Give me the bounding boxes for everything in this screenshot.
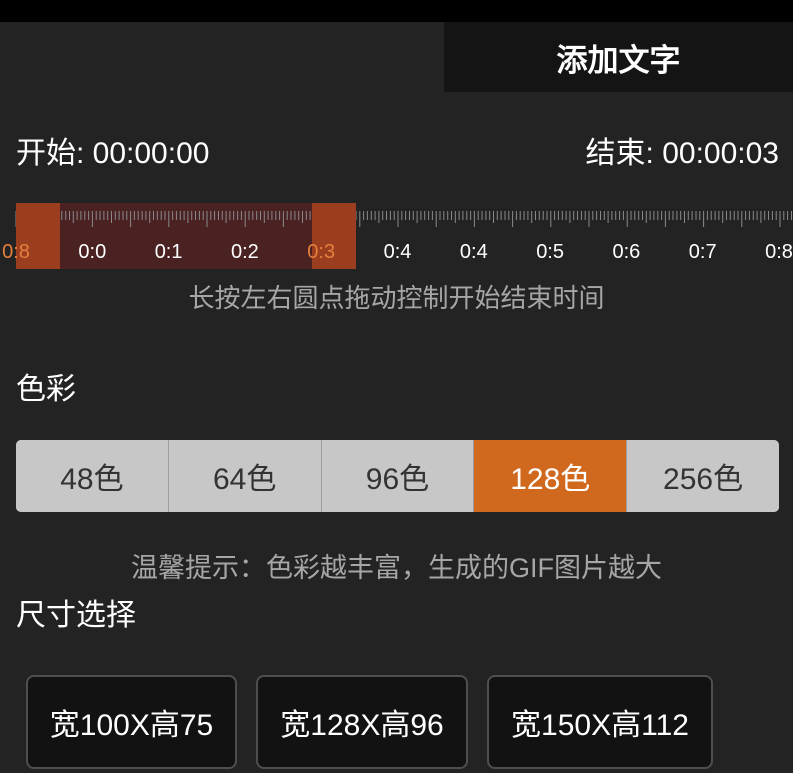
color-section-label: 色彩 bbox=[16, 373, 76, 406]
status-bar bbox=[0, 0, 793, 22]
timeline-ticks bbox=[15, 211, 792, 227]
timeline-tick-label: 0:2 bbox=[230, 241, 259, 263]
timeline-tick-label: 0:7 bbox=[688, 241, 717, 263]
color-segmented-control: 48色 64色 96色 128色 256色 bbox=[16, 440, 779, 512]
timeline-tick-label: 0:8 bbox=[2, 241, 30, 263]
timeline-tick-label: 0:6 bbox=[612, 241, 641, 263]
timeline-tick-label: 0:4 bbox=[459, 241, 488, 263]
add-text-button[interactable]: 添加文字 bbox=[444, 22, 793, 92]
timeline-tick-label: 0:8 bbox=[765, 241, 793, 263]
end-time: 结束: 00:00:03 bbox=[585, 137, 779, 170]
timeline-tick-label: 0:0 bbox=[78, 241, 107, 263]
size-option-150x112[interactable]: 宽150X高112 bbox=[487, 675, 713, 769]
color-option-256[interactable]: 256色 bbox=[627, 440, 779, 512]
timeline-track[interactable]: 0:8 0:0 0:1 0:2 0:3 0:4 0:4 0:5 0:6 0:7 0:8 bbox=[0, 203, 793, 271]
size-option-128x96[interactable]: 宽128X高96 bbox=[256, 675, 468, 769]
timeline-tick-label: 0:4 bbox=[383, 241, 412, 263]
timeline-tick-label: 0:3 bbox=[307, 241, 336, 263]
timeline-hint: 长按左右圆点拖动控制开始结束时间 bbox=[188, 283, 605, 313]
color-option-48[interactable]: 48色 bbox=[16, 440, 169, 512]
color-option-64[interactable]: 64色 bbox=[168, 440, 322, 512]
start-time: 开始: 00:00:00 bbox=[16, 137, 210, 170]
color-option-96[interactable]: 96色 bbox=[321, 440, 475, 512]
color-hint: 温馨提示：色彩越丰富，生成的GIF图片越大 bbox=[131, 553, 662, 583]
color-option-128[interactable]: 128色 bbox=[474, 440, 628, 512]
timeline-tick-label: 0:5 bbox=[536, 241, 564, 263]
size-section-label: 尺寸选择 bbox=[16, 599, 136, 632]
timeline-tick-label: 0:1 bbox=[154, 241, 183, 263]
size-option-100x75[interactable]: 宽100X高75 bbox=[26, 675, 237, 769]
